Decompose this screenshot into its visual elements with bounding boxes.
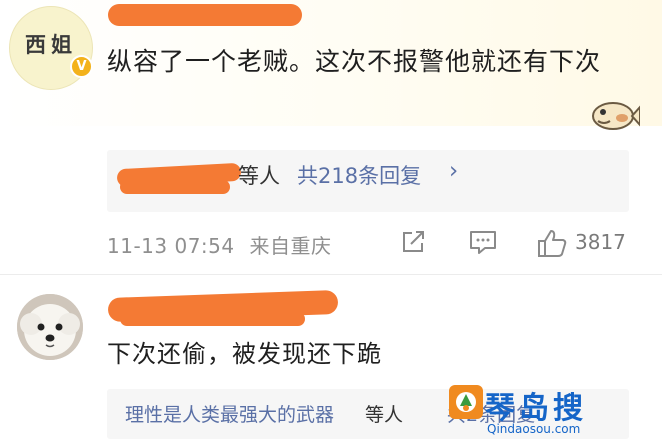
timestamp: 11-13 07:54 <box>107 234 235 258</box>
share-icon[interactable] <box>399 228 427 256</box>
reply-suffix-2: 等人 <box>365 404 404 426</box>
white-dog-avatar <box>17 294 83 360</box>
chevron-right-icon: › <box>449 158 459 184</box>
reply-count-link[interactable]: 共218条回复 <box>297 160 421 190</box>
redacted-username[interactable] <box>108 4 302 26</box>
watermark: 琴岛搜 Qindaosou.com <box>448 382 618 440</box>
location: 来自重庆 <box>249 234 332 258</box>
reply-summary-content: 等人 共218条回复 › <box>107 150 629 212</box>
comment-1-avatar[interactable]: 西姐 V <box>9 6 93 90</box>
verified-v-icon: V <box>70 55 93 78</box>
reply-user-name[interactable]: 理性是人类最强大的武器 <box>125 400 334 427</box>
redacted-username-2b <box>120 312 305 326</box>
thumbs-up-icon[interactable] <box>536 228 568 258</box>
comment-2-avatar[interactable] <box>17 294 83 360</box>
watermark-url: Qindaosou.com <box>487 422 581 436</box>
like-count: 3817 <box>575 230 626 254</box>
fish-sticker-icon <box>592 102 640 130</box>
comment-2-text: 下次还偷，被发现还下跪 <box>107 340 382 368</box>
comment-icon[interactable] <box>468 228 498 256</box>
reply-suffix: 等人 <box>238 164 280 188</box>
comment-1-meta: 11-13 07:54 来自重庆 <box>107 230 331 259</box>
comment-divider <box>0 274 662 275</box>
watermark-name: 琴岛搜 <box>485 391 587 426</box>
comment-1-text: 纵容了一个老贼。这次不报警他就还有下次 <box>107 47 602 76</box>
qindaosou-logo-icon <box>449 385 483 419</box>
